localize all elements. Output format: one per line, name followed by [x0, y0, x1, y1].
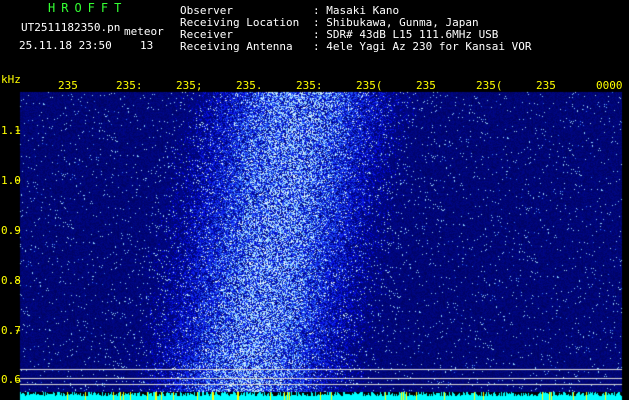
time-tick-label: 235 [416, 79, 436, 92]
event-tag: meteor [124, 25, 164, 38]
time-tick-label: 235: [116, 79, 143, 92]
antenna-value: : 4ele Yagi Az 230 for Kansai VOR [313, 40, 532, 53]
time-tick-label: 235 [58, 79, 78, 92]
freq-tick-label: 1.0 [1, 174, 21, 187]
event-count: 13 [140, 39, 154, 52]
time-tick-label: 235; [176, 79, 203, 92]
time-tick-label: 235: [296, 79, 323, 92]
freq-tick-label: 0.9 [1, 224, 21, 237]
datetime-label: 25.11.18 23:50 [19, 39, 112, 52]
freq-tick-label: 0.8 [1, 274, 21, 287]
waterfall-spectrogram [0, 0, 629, 400]
freq-axis-unit: kHz [1, 73, 21, 86]
time-tick-label: 235( [476, 79, 503, 92]
time-tick-label: 0000 [596, 79, 623, 92]
time-tick-label: 235 [536, 79, 556, 92]
time-tick-label: 235. [236, 79, 263, 92]
hrofft-brand: HROFFT [48, 1, 128, 15]
freq-tick-label: 1.1 [1, 124, 21, 137]
antenna-label: Receiving Antenna [180, 40, 293, 53]
freq-tick-label: 0.6 [1, 373, 21, 386]
time-tick-label: 235( [356, 79, 383, 92]
filename-label: UT2511182350.pn [21, 21, 121, 34]
freq-tick-label: 0.7 [1, 324, 21, 337]
